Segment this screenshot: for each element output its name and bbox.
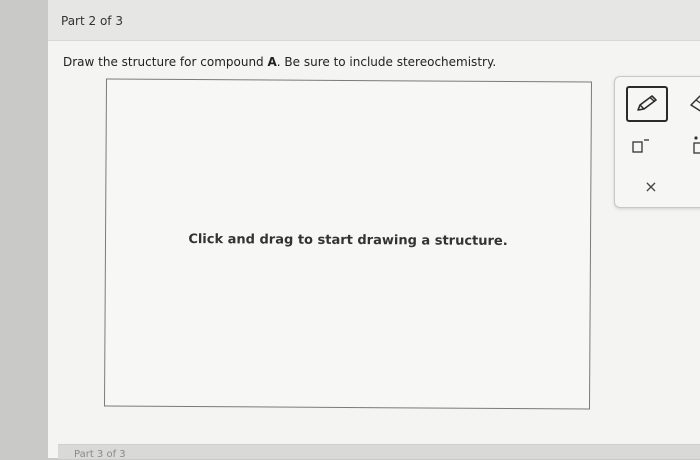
- template-tool-button[interactable]: [691, 135, 700, 155]
- next-part-header[interactable]: Part 3 of 3: [58, 444, 700, 460]
- part-title: Part 2 of 3: [61, 14, 123, 28]
- next-part-title: Part 3 of 3: [74, 449, 126, 460]
- part-header: Part 2 of 3: [48, 0, 700, 41]
- template-icon: [693, 136, 700, 154]
- close-tool-button[interactable]: ×: [637, 177, 665, 197]
- eraser-icon: [690, 95, 700, 112]
- prompt-text-end: . Be sure to include stereochemistry.: [276, 55, 497, 69]
- close-icon: ×: [644, 177, 658, 196]
- drawing-canvas[interactable]: Click and drag to start drawing a struct…: [104, 78, 592, 410]
- pencil-icon: [637, 95, 657, 111]
- charge-tool-button[interactable]: [631, 137, 651, 155]
- question-prompt: Draw the structure for compound A. Be su…: [63, 55, 496, 69]
- prompt-text: Draw the structure for compound: [63, 55, 268, 69]
- pencil-tool-button[interactable]: [626, 86, 668, 122]
- drawing-toolbar: ×: [614, 76, 700, 208]
- square-charge-icon: [632, 139, 649, 153]
- canvas-hint: Click and drag to start drawing a struct…: [188, 232, 508, 249]
- question-page: Part 2 of 3 Draw the structure for compo…: [48, 0, 700, 460]
- eraser-tool-button[interactable]: [687, 91, 700, 115]
- compound-label: A: [267, 55, 277, 69]
